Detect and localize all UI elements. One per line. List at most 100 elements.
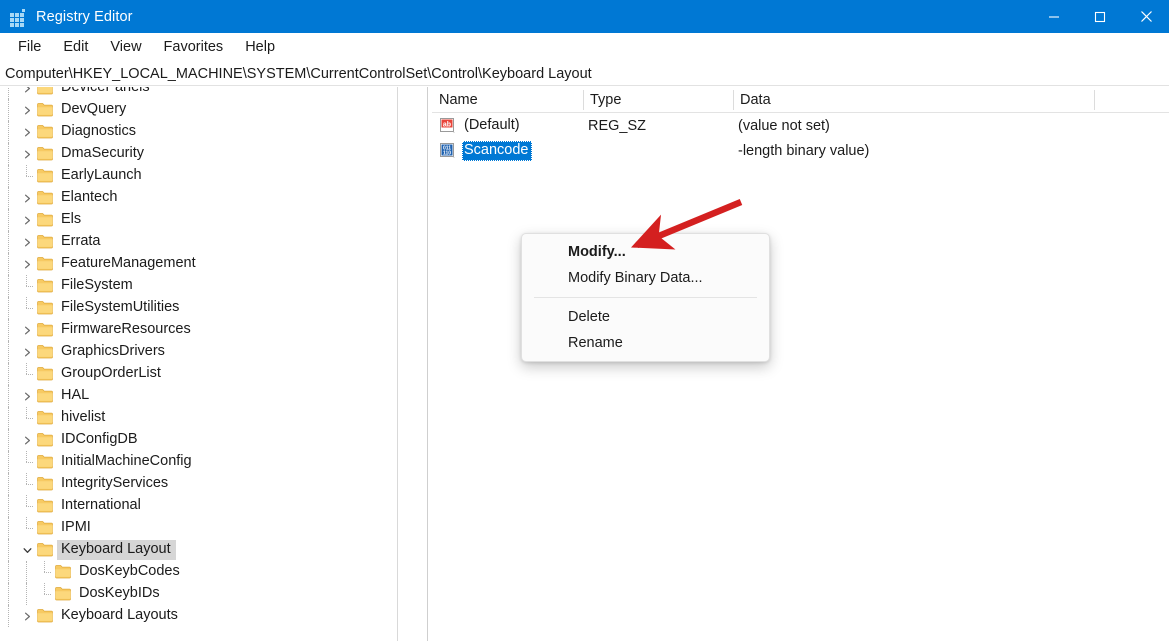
registry-tree-pane[interactable]: DevicePanels DevQuery Diagnostics DmaSecuri… [0,87,409,641]
tree-item-errata[interactable]: Errata [0,231,409,253]
folder-icon [36,363,54,385]
tree-guide-elbow [18,495,36,517]
chevron-down-icon[interactable] [18,539,36,561]
column-header-type[interactable]: Type [583,87,733,113]
minimize-button[interactable] [1031,0,1077,33]
folder-icon [36,231,54,253]
chevron-right-icon[interactable] [18,253,36,275]
tree-item-label: Errata [61,233,101,249]
folder-icon [36,473,54,495]
registry-path: Computer\HKEY_LOCAL_MACHINE\SYSTEM\Curre… [5,65,592,82]
column-separator-3[interactable] [1094,90,1095,110]
tree-guide [0,275,18,297]
tree-item-filesystemutilities[interactable]: FileSystemUtilities [0,297,409,319]
chevron-right-icon[interactable] [18,99,36,121]
registry-values-pane[interactable]: Name Type Data ab (Default) REG_SZ (valu… [432,87,1169,641]
pane-splitter[interactable] [427,87,428,641]
value-name-cell[interactable]: ab (Default) [437,113,583,138]
tree-item-featuremanagement[interactable]: FeatureManagement [0,253,409,275]
tree-item-devquery[interactable]: DevQuery [0,99,409,121]
chevron-right-icon[interactable] [18,121,36,143]
maximize-button[interactable] [1077,0,1123,33]
folder-icon [36,495,54,517]
tree-item-firmwareresources[interactable]: FirmwareResources [0,319,409,341]
value-type-cell [588,138,733,163]
tree-item-label: Els [61,211,82,227]
tree-item-label: hivelist [61,409,106,425]
tree-item-ipmi[interactable]: IPMI [0,517,409,539]
menu-favorites[interactable]: Favorites [153,36,235,59]
context-menu[interactable]: Modify... Modify Binary Data... Delete R… [521,233,770,362]
menu-edit[interactable]: Edit [52,36,99,59]
context-menu-item-modify[interactable]: Modify... [522,239,769,265]
tree-item-hal[interactable]: HAL [0,385,409,407]
chevron-right-icon[interactable] [18,209,36,231]
window-controls [1031,0,1169,33]
tree-guide-elbow [18,363,36,385]
folder-icon [36,451,54,473]
chevron-right-icon[interactable] [18,231,36,253]
tree-item-earlylaunch[interactable]: EarlyLaunch [0,165,409,187]
tree-item-graphicsdrivers[interactable]: GraphicsDrivers [0,341,409,363]
chevron-right-icon[interactable] [18,87,36,99]
tree-item-doskeybids[interactable]: DosKeybIDs [0,583,409,605]
chevron-right-icon[interactable] [18,341,36,363]
tree-item-diagnostics[interactable]: Diagnostics [0,121,409,143]
chevron-right-icon[interactable] [18,143,36,165]
reg-binary-icon: 011 110 [439,142,456,159]
menu-view[interactable]: View [99,36,152,59]
value-type-cell: REG_SZ [588,117,647,134]
folder-icon [36,253,54,275]
folder-icon [36,143,54,165]
table-row[interactable]: 011 110 Scancode -length binary value) [432,138,1169,163]
tree-item-hivelist[interactable]: hivelist [0,407,409,429]
context-menu-item-modify-binary-data[interactable]: Modify Binary Data... [522,265,769,291]
menu-file[interactable]: File [7,36,52,59]
tree-guide-elbow [18,407,36,429]
value-name-cell[interactable]: 011 110 Scancode [437,138,583,163]
context-menu-item-delete[interactable]: Delete [522,304,769,330]
menu-help[interactable]: Help [234,36,286,59]
tree-item-label: Elantech [61,189,118,205]
chevron-right-icon[interactable] [18,187,36,209]
tree-guide-elbow [18,517,36,539]
context-menu-item-rename[interactable]: Rename [522,330,769,356]
folder-icon [36,341,54,363]
address-bar[interactable]: Computer\HKEY_LOCAL_MACHINE\SYSTEM\Curre… [0,62,1169,86]
tree-item-grouporderlist[interactable]: GroupOrderList [0,363,409,385]
tree-guide [0,297,18,319]
tree-item-international[interactable]: International [0,495,409,517]
tree-item-keyboard-layouts[interactable]: Keyboard Layouts [0,605,409,627]
tree-item-integrityservices[interactable]: IntegrityServices [0,473,409,495]
tree-item-initialmachineconfig[interactable]: InitialMachineConfig [0,451,409,473]
chevron-right-icon[interactable] [18,319,36,341]
chevron-right-icon[interactable] [18,429,36,451]
table-row[interactable]: ab (Default) REG_SZ (value not set) [432,113,1169,138]
tree-guide [0,539,18,561]
tree-item-filesystem[interactable]: FileSystem [0,275,409,297]
tree-item-keyboard-layout[interactable]: Keyboard Layout [0,539,409,561]
close-button[interactable] [1123,0,1169,33]
tree-item-label: IDConfigDB [61,431,138,447]
folder-icon [36,187,54,209]
tree-item-elantech[interactable]: Elantech [0,187,409,209]
tree-pane-edge [397,87,398,641]
tree-guide [0,209,18,231]
tree-item-dmasecurity[interactable]: DmaSecurity [0,143,409,165]
folder-icon [36,517,54,539]
tree-guide [0,253,18,275]
tree-item-idconfigdb[interactable]: IDConfigDB [0,429,409,451]
tree-item-els[interactable]: Els [0,209,409,231]
registry-grid-icon [10,8,26,27]
tree-item-devicepanels[interactable]: DevicePanels [0,87,409,99]
chevron-right-icon[interactable] [18,605,36,627]
tree-item-doskeybcodes[interactable]: DosKeybCodes [0,561,409,583]
menu-bar: File Edit View Favorites Help [0,33,1169,62]
tree-guide-elbow [36,583,54,605]
list-column-headers: Name Type Data [432,87,1169,113]
chevron-right-icon[interactable] [18,385,36,407]
tree-item-label: IntegrityServices [61,475,169,491]
column-header-name[interactable]: Name [432,87,583,113]
column-header-data[interactable]: Data [733,87,1094,113]
reg-string-icon: ab [439,117,456,134]
